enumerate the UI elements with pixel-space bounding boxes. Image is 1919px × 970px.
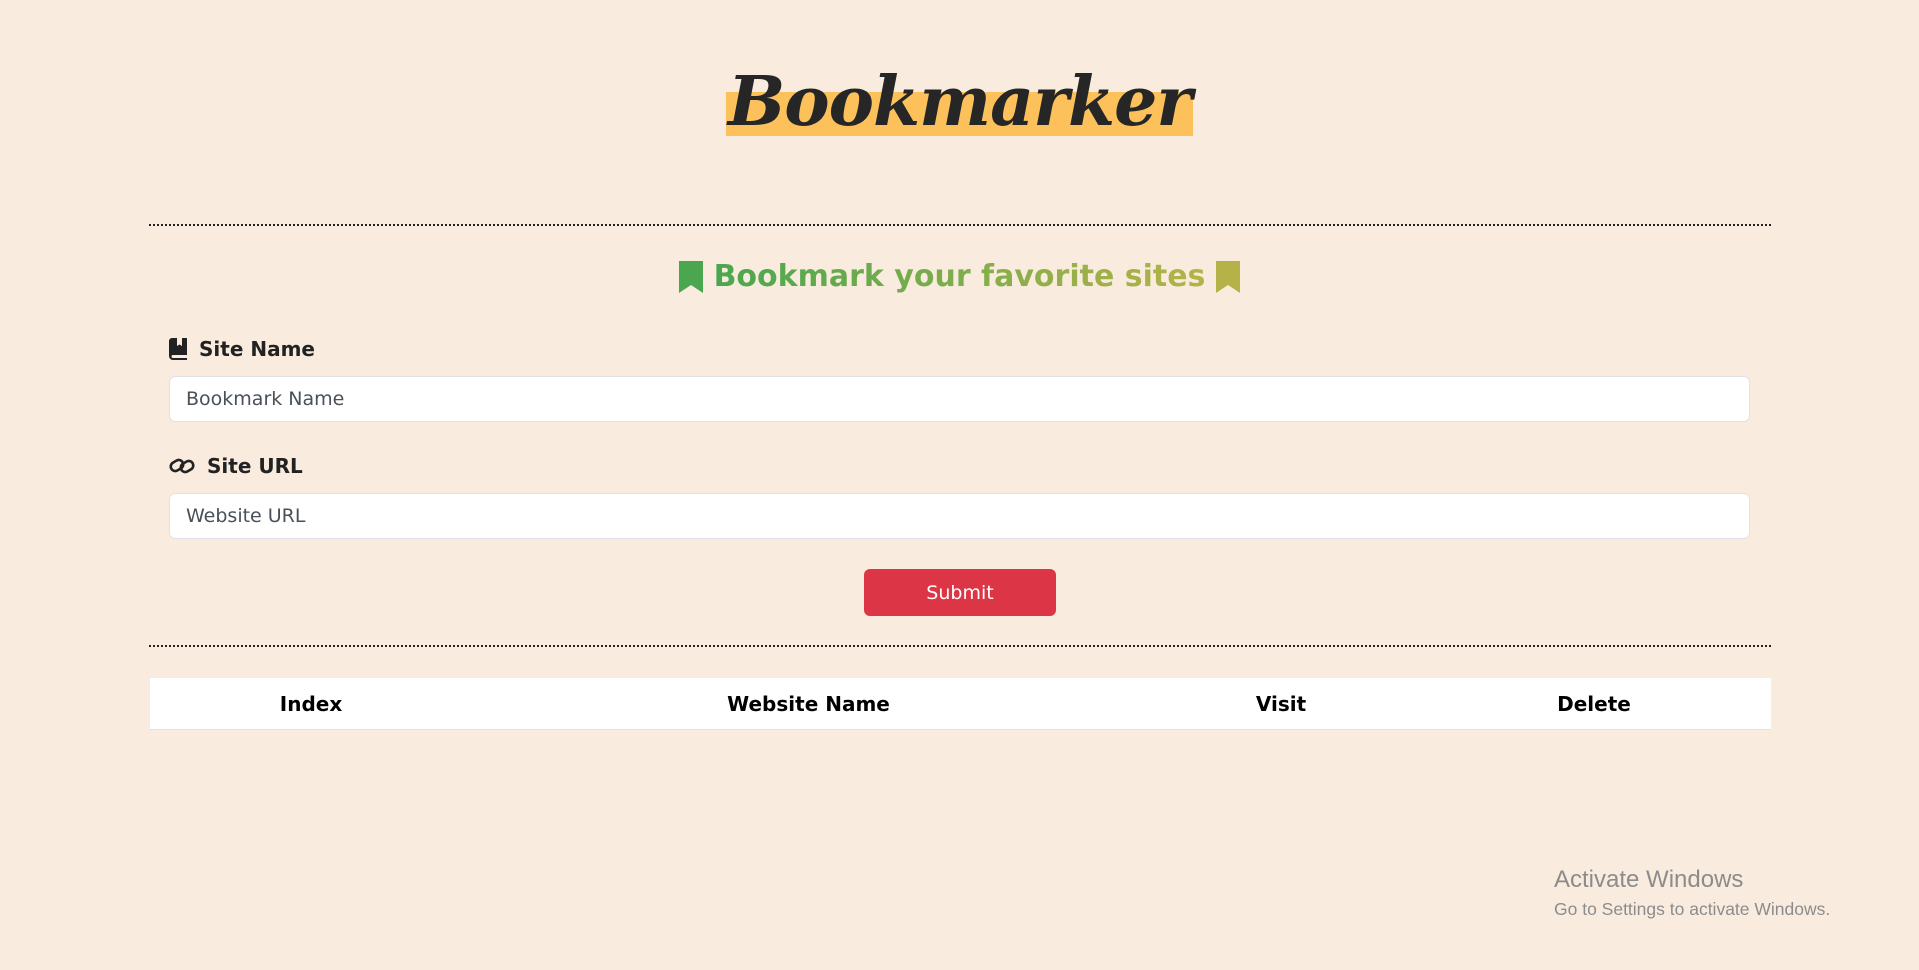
site-url-input[interactable]: [169, 493, 1750, 539]
logo-container: Bookmarker: [0, 68, 1919, 136]
page: Bookmarker Bookmark your favorite sites …: [0, 0, 1919, 970]
submit-button[interactable]: Submit: [864, 569, 1056, 616]
book-bookmark-icon: [169, 338, 187, 360]
site-url-label: Site URL: [169, 454, 303, 478]
tagline: Bookmark your favorite sites: [0, 256, 1919, 297]
column-header-visit: Visit: [1255, 691, 1307, 716]
site-url-label-text: Site URL: [207, 454, 303, 478]
bookmark-icon: [1215, 260, 1240, 293]
watermark-subtitle: Go to Settings to activate Windows.: [1554, 899, 1831, 919]
bookmark-icon: [679, 260, 704, 293]
activate-windows-watermark: Activate Windows Go to Settings to activ…: [1554, 865, 1830, 921]
link-icon: [169, 458, 195, 474]
bookmarks-table-header: Index Website Name Visit Delete: [150, 678, 1771, 730]
top-divider: [149, 224, 1771, 226]
site-name-label: Site Name: [169, 337, 315, 361]
column-header-delete: Delete: [1557, 691, 1631, 716]
tagline-text: Bookmark your favorite sites: [713, 258, 1206, 294]
bottom-divider: [149, 645, 1771, 647]
site-name-label-text: Site Name: [199, 337, 315, 361]
column-header-index: Index: [279, 691, 343, 716]
app-logo: Bookmarker: [725, 62, 1194, 142]
column-header-website-name: Website Name: [727, 691, 890, 716]
watermark-title: Activate Windows: [1554, 866, 1744, 893]
site-name-input[interactable]: [169, 376, 1750, 422]
